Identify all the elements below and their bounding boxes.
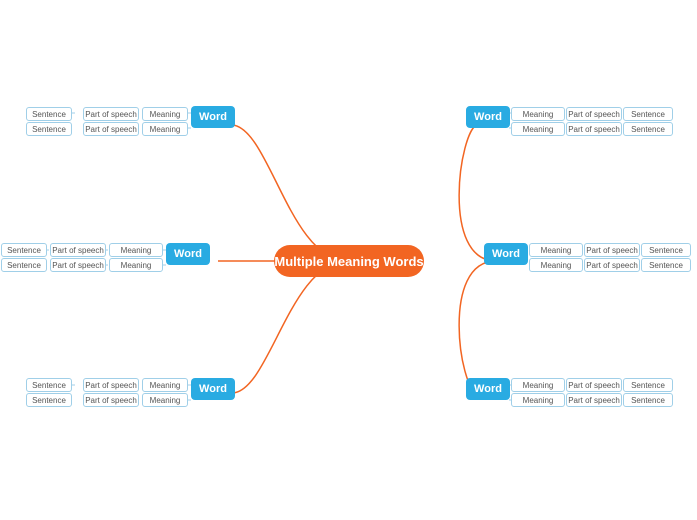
sentence-4b: Sentence <box>623 122 673 136</box>
word-node-2[interactable]: Word <box>166 243 210 265</box>
pos-6b: Part of speech <box>566 393 622 407</box>
sentence-6a: Sentence <box>623 378 673 392</box>
sentence-1a: Sentence <box>26 107 72 121</box>
pos-5b: Part of speech <box>584 258 640 272</box>
sentence-5b: Sentence <box>641 258 691 272</box>
center-label: Multiple Meaning Words <box>274 254 423 269</box>
meaning-2a: Meaning <box>109 243 163 257</box>
pos-1a: Part of speech <box>83 107 139 121</box>
word-node-6[interactable]: Word <box>466 378 510 400</box>
pos-2b: Part of speech <box>50 258 106 272</box>
pos-2a: Part of speech <box>50 243 106 257</box>
word-label-3: Word <box>199 383 227 395</box>
word-node-4[interactable]: Word <box>466 106 510 128</box>
sentence-4a: Sentence <box>623 107 673 121</box>
pos-3a: Part of speech <box>83 378 139 392</box>
meaning-5a: Meaning <box>529 243 583 257</box>
pos-5a: Part of speech <box>584 243 640 257</box>
word-label-1: Word <box>199 111 227 123</box>
meaning-3a: Meaning <box>142 378 188 392</box>
pos-6a: Part of speech <box>566 378 622 392</box>
sentence-2a: Sentence <box>1 243 47 257</box>
word-label-2: Word <box>174 248 202 260</box>
word-node-5[interactable]: Word <box>484 243 528 265</box>
sentence-3a: Sentence <box>26 378 72 392</box>
meaning-6a: Meaning <box>511 378 565 392</box>
pos-1b: Part of speech <box>83 122 139 136</box>
word-node-1[interactable]: Word <box>191 106 235 128</box>
meaning-1a: Meaning <box>142 107 188 121</box>
sentence-6b: Sentence <box>623 393 673 407</box>
sentence-5a: Sentence <box>641 243 691 257</box>
meaning-4a: Meaning <box>511 107 565 121</box>
meaning-5b: Meaning <box>529 258 583 272</box>
meaning-6b: Meaning <box>511 393 565 407</box>
pos-4a: Part of speech <box>566 107 622 121</box>
word-label-6: Word <box>474 383 502 395</box>
meaning-4b: Meaning <box>511 122 565 136</box>
meaning-1b: Meaning <box>142 122 188 136</box>
pos-3b: Part of speech <box>83 393 139 407</box>
meaning-2b: Meaning <box>109 258 163 272</box>
sentence-1b: Sentence <box>26 122 72 136</box>
pos-4b: Part of speech <box>566 122 622 136</box>
sentence-2b: Sentence <box>1 258 47 272</box>
center-node[interactable]: Multiple Meaning Words <box>274 245 424 277</box>
sentence-3b: Sentence <box>26 393 72 407</box>
word-label-4: Word <box>474 111 502 123</box>
word-node-3[interactable]: Word <box>191 378 235 400</box>
meaning-3b: Meaning <box>142 393 188 407</box>
word-label-5: Word <box>492 248 520 260</box>
